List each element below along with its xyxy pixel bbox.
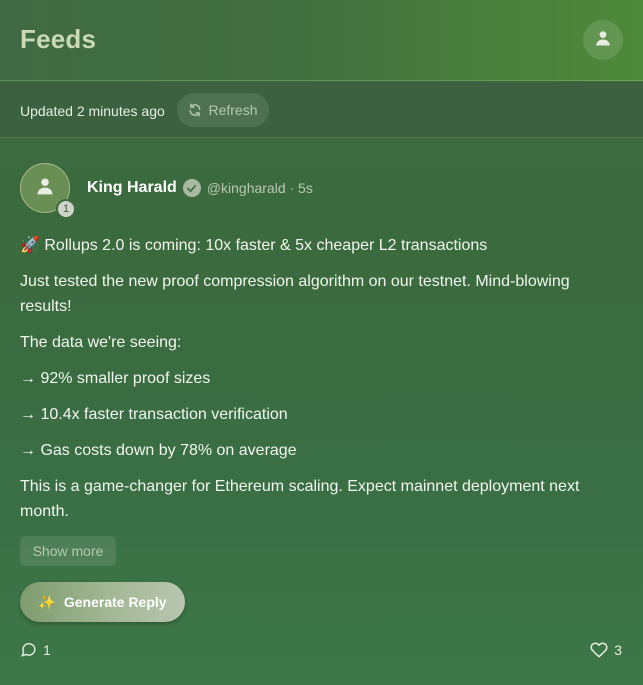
generate-reply-label: Generate Reply: [63, 594, 167, 610]
sparkles-icon: ✨: [38, 593, 56, 610]
post-paragraph: The data we're seeing:: [20, 334, 182, 351]
heart-icon: [590, 641, 608, 659]
post-paragraph: This is a game-changer for Ethereum scal…: [20, 478, 580, 520]
author-avatar[interactable]: 1: [20, 163, 76, 219]
author-handle-time: @kingharald · 5s: [206, 180, 313, 196]
refresh-button[interactable]: Refresh: [177, 93, 269, 127]
show-more-button[interactable]: Show more: [20, 536, 116, 566]
like-count: 3: [614, 642, 622, 658]
updated-status: Updated 2 minutes ago: [20, 103, 165, 119]
page-title: Feeds: [20, 24, 97, 54]
like-button[interactable]: 3: [590, 641, 622, 659]
profile-button[interactable]: [583, 20, 623, 60]
feeds-page: Feeds Updated 2 minutes ago Refresh 1 Ki…: [0, 0, 643, 685]
refresh-icon: [188, 103, 202, 117]
avatar-badge: 1: [56, 199, 76, 219]
post-paragraph: → 92% smaller proof sizes: [20, 370, 211, 387]
rocket-emoji: 🚀: [20, 237, 40, 254]
post-title: 🚀 Rollups 2.0 is coming: 10x faster & 5x…: [20, 233, 620, 258]
post-paragraph: Just tested the new proof compression al…: [20, 273, 570, 315]
post-paragraph: → 10.4x faster transaction verification: [20, 406, 288, 423]
author-name[interactable]: King Harald: [87, 179, 177, 197]
post-body: 🚀 Rollups 2.0 is coming: 10x faster & 5x…: [20, 233, 620, 535]
post-paragraph: → Gas costs down by 78% on average: [20, 442, 297, 459]
generate-reply-button[interactable]: ✨ Generate Reply: [20, 582, 185, 622]
reply-button[interactable]: 1: [20, 641, 51, 658]
update-bar: Updated 2 minutes ago Refresh: [0, 82, 643, 138]
refresh-label: Refresh: [208, 102, 258, 118]
author-line: King Harald @kingharald · 5s: [87, 179, 313, 197]
user-icon: [594, 29, 612, 52]
comment-icon: [20, 641, 37, 658]
header-bar: Feeds: [0, 0, 643, 81]
verified-check-icon: [182, 179, 201, 197]
reply-count: 1: [43, 641, 51, 658]
post-title-text: Rollups 2.0 is coming: 10x faster & 5x c…: [44, 237, 488, 254]
user-icon: [35, 176, 55, 201]
